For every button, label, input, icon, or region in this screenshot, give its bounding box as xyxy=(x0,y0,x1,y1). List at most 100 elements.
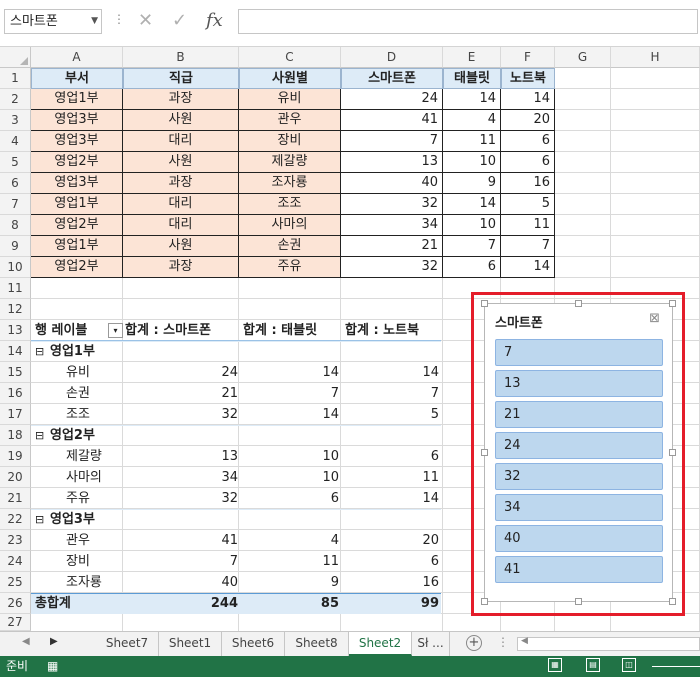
tab-scroll-left-icon[interactable]: ◀ xyxy=(22,636,30,647)
pivot-value[interactable]: 5 xyxy=(341,404,439,425)
insert-function-icon[interactable]: fx xyxy=(206,10,223,31)
table-cell[interactable]: 영업1부 xyxy=(31,236,123,257)
row-header[interactable]: 25 xyxy=(0,572,31,593)
table-cell[interactable]: 과장 xyxy=(123,173,239,194)
table-cell[interactable]: 대리 xyxy=(123,215,239,236)
normal-view-icon[interactable]: ▦ xyxy=(548,658,562,672)
chevron-down-icon[interactable]: ▼ xyxy=(91,10,98,33)
table-cell[interactable]: 주유 xyxy=(239,257,341,278)
cancel-icon[interactable]: ✕ xyxy=(138,10,153,31)
slicer-item[interactable]: 7 xyxy=(495,339,663,366)
table-cell[interactable]: 21 xyxy=(341,236,443,257)
resize-handle[interactable] xyxy=(481,598,488,605)
column-header[interactable]: A xyxy=(31,47,123,68)
table-cell[interactable]: 34 xyxy=(341,215,443,236)
table-header[interactable]: 태블릿 xyxy=(443,68,501,89)
row-header[interactable]: 27 xyxy=(0,614,31,631)
sheet-tab[interactable]: Sheet8 xyxy=(285,632,349,656)
table-cell[interactable]: 영업2부 xyxy=(31,215,123,236)
table-cell[interactable]: 과장 xyxy=(123,257,239,278)
table-cell[interactable]: 6 xyxy=(443,257,501,278)
pivot-group-label[interactable]: 영업3부 xyxy=(50,509,95,530)
resize-handle[interactable] xyxy=(575,598,582,605)
pivot-value[interactable]: 6 xyxy=(341,551,439,572)
table-cell[interactable]: 14 xyxy=(443,194,501,215)
pivot-value[interactable]: 7 xyxy=(341,383,439,404)
table-header[interactable]: 스마트폰 xyxy=(341,68,443,89)
row-header[interactable]: 6 xyxy=(0,173,31,194)
table-cell[interactable]: 24 xyxy=(341,89,443,110)
pivot-value[interactable]: 11 xyxy=(341,467,439,488)
pivot-group-label[interactable]: 영업1부 xyxy=(50,341,95,362)
pivot-value[interactable]: 32 xyxy=(123,488,238,509)
table-header[interactable]: 노트북 xyxy=(501,68,555,89)
pivot-group-label[interactable]: 영업2부 xyxy=(50,425,95,446)
column-header[interactable]: F xyxy=(501,47,555,68)
row-header[interactable]: 23 xyxy=(0,530,31,551)
table-cell[interactable]: 영업3부 xyxy=(31,131,123,152)
pivot-value[interactable]: 14 xyxy=(239,404,339,425)
table-cell[interactable]: 영업1부 xyxy=(31,89,123,110)
pivot-value[interactable]: 40 xyxy=(123,572,238,593)
pivot-item-label[interactable]: 장비 xyxy=(66,551,90,572)
pivot-value[interactable]: 24 xyxy=(123,362,238,383)
column-header[interactable]: D xyxy=(341,47,443,68)
table-cell[interactable]: 20 xyxy=(501,110,555,131)
table-cell[interactable]: 관우 xyxy=(239,110,341,131)
table-cell[interactable]: 과장 xyxy=(123,89,239,110)
slicer-item[interactable]: 24 xyxy=(495,432,663,459)
table-cell[interactable]: 대리 xyxy=(123,194,239,215)
table-cell[interactable]: 영업1부 xyxy=(31,194,123,215)
table-cell[interactable]: 조자룡 xyxy=(239,173,341,194)
table-cell[interactable]: 영업3부 xyxy=(31,173,123,194)
add-sheet-icon[interactable]: + xyxy=(466,635,482,651)
pivot-item-label[interactable]: 유비 xyxy=(66,362,90,383)
table-cell[interactable]: 11 xyxy=(443,131,501,152)
scroll-left-icon[interactable]: ◀ xyxy=(521,636,528,646)
slicer-item[interactable]: 13 xyxy=(495,370,663,397)
table-cell[interactable]: 32 xyxy=(341,194,443,215)
pivot-value[interactable]: 34 xyxy=(123,467,238,488)
table-cell[interactable]: 6 xyxy=(501,152,555,173)
pivot-value[interactable]: 16 xyxy=(341,572,439,593)
slicer-panel[interactable]: 스마트폰 ⊠ 7 13 21 24 32 34 40 41 xyxy=(484,303,673,602)
table-cell[interactable]: 9 xyxy=(443,173,501,194)
sheet-tab[interactable]: Sheet1 xyxy=(159,632,222,656)
row-header[interactable]: 17 xyxy=(0,404,31,425)
column-header[interactable]: B xyxy=(123,47,239,68)
row-header[interactable]: 19 xyxy=(0,446,31,467)
table-cell[interactable]: 7 xyxy=(501,236,555,257)
formula-input[interactable] xyxy=(238,9,698,34)
slicer-item[interactable]: 40 xyxy=(495,525,663,552)
table-cell[interactable]: 6 xyxy=(501,131,555,152)
row-header[interactable]: 20 xyxy=(0,467,31,488)
pivot-item-label[interactable]: 사마의 xyxy=(66,467,102,488)
resize-handle[interactable] xyxy=(669,300,676,307)
pivot-value[interactable]: 9 xyxy=(239,572,339,593)
table-cell[interactable]: 14 xyxy=(501,257,555,278)
table-cell[interactable]: 14 xyxy=(443,89,501,110)
pivot-value[interactable]: 14 xyxy=(239,362,339,383)
column-header[interactable]: G xyxy=(555,47,611,68)
resize-handle[interactable] xyxy=(575,300,582,307)
row-header[interactable]: 10 xyxy=(0,257,31,278)
row-header[interactable]: 5 xyxy=(0,152,31,173)
pivot-grand-total-label[interactable]: 총합계 xyxy=(35,593,71,614)
pivot-value[interactable]: 21 xyxy=(123,383,238,404)
filter-dropdown-icon[interactable]: ▾ xyxy=(108,323,123,338)
row-header[interactable]: 7 xyxy=(0,194,31,215)
pivot-value[interactable]: 13 xyxy=(123,446,238,467)
row-header[interactable]: 3 xyxy=(0,110,31,131)
pivot-value[interactable]: 7 xyxy=(123,551,238,572)
page-layout-icon[interactable]: ▤ xyxy=(586,658,600,672)
pivot-value[interactable]: 14 xyxy=(341,362,439,383)
zoom-slider[interactable] xyxy=(652,666,700,667)
pivot-value[interactable]: 14 xyxy=(341,488,439,509)
table-cell[interactable]: 제갈량 xyxy=(239,152,341,173)
pivot-item-label[interactable]: 조조 xyxy=(66,404,90,425)
table-header[interactable]: 부서 xyxy=(31,68,123,89)
pivot-row-label[interactable]: 행 레이블 xyxy=(35,320,87,341)
pivot-value[interactable]: 32 xyxy=(123,404,238,425)
pivot-filter-button[interactable]: ▾ xyxy=(104,320,123,341)
table-cell[interactable]: 11 xyxy=(501,215,555,236)
